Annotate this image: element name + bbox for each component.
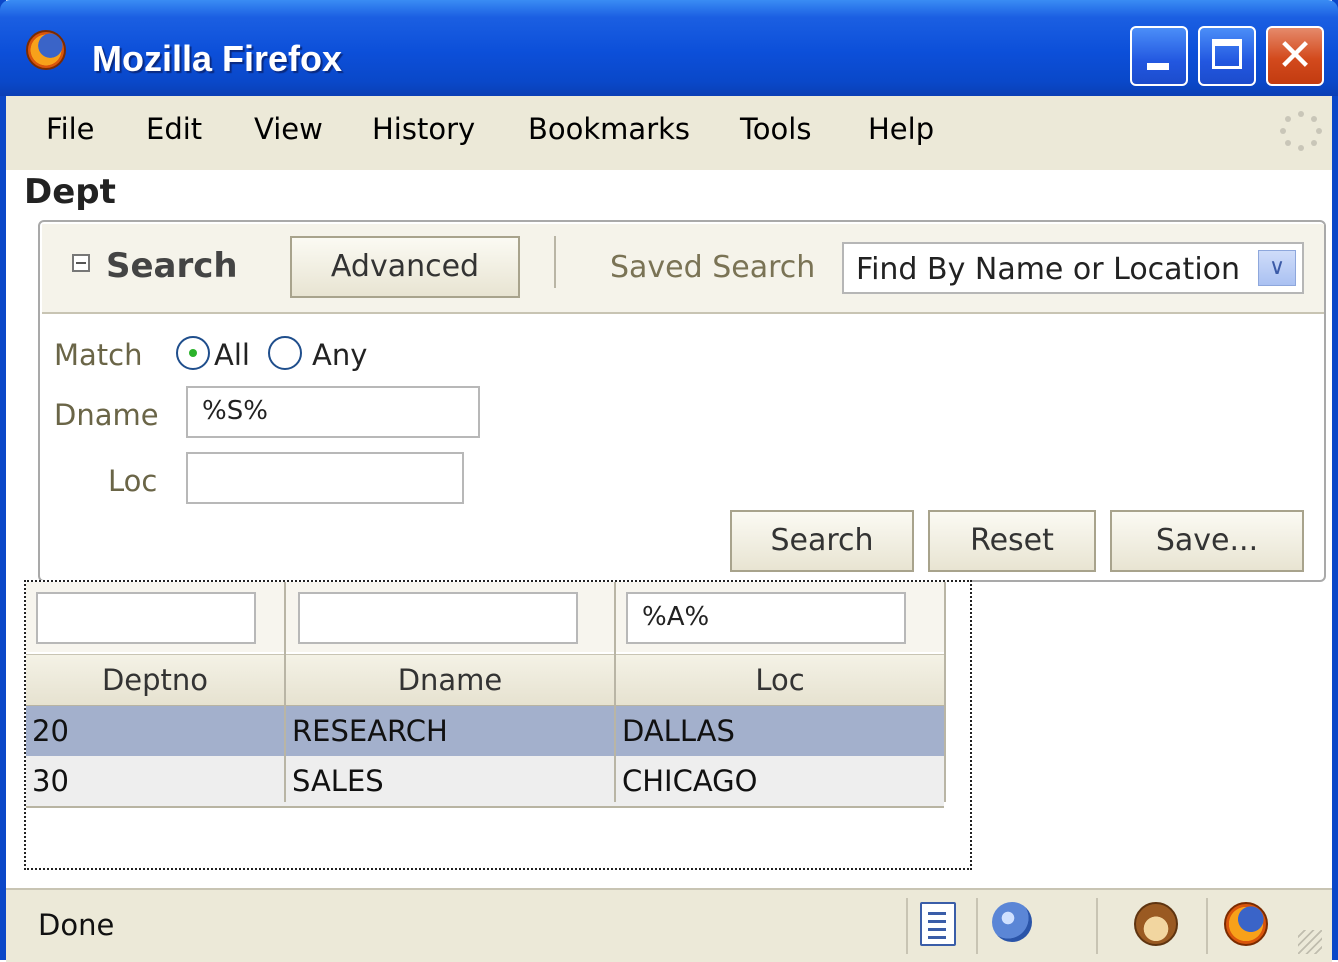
column-header-deptno[interactable]: Deptno xyxy=(26,663,284,697)
cell-dname: SALES xyxy=(292,764,384,798)
throbber-icon xyxy=(1280,111,1322,151)
filter-row: %A% xyxy=(26,582,944,652)
monkey-icon[interactable] xyxy=(1134,902,1178,946)
cell-deptno: 30 xyxy=(32,764,69,798)
status-divider xyxy=(906,898,908,954)
menu-bookmarks[interactable]: Bookmarks xyxy=(528,112,690,146)
saved-search-label: Saved Search xyxy=(610,250,816,285)
match-all-radio[interactable] xyxy=(176,336,210,370)
saved-search-select[interactable]: Find By Name or Location ∨ xyxy=(842,242,1304,294)
status-bar: Done xyxy=(6,888,1332,962)
column-divider xyxy=(614,582,616,802)
match-all-label[interactable]: All xyxy=(214,338,250,372)
saved-search-value: Find By Name or Location xyxy=(856,252,1241,287)
menu-history[interactable]: History xyxy=(372,112,475,146)
menu-file[interactable]: File xyxy=(46,112,95,146)
title-bar[interactable]: Mozilla Firefox ✕ xyxy=(0,0,1338,96)
menu-view[interactable]: View xyxy=(254,112,323,146)
reset-button[interactable]: Reset xyxy=(928,510,1096,572)
deptno-filter-input[interactable] xyxy=(36,592,256,644)
network-icon[interactable] xyxy=(992,902,1032,942)
close-icon: ✕ xyxy=(1276,30,1314,81)
loc-filter-input[interactable]: %A% xyxy=(626,592,906,644)
menu-edit[interactable]: Edit xyxy=(146,112,202,146)
status-divider xyxy=(1096,898,1098,954)
chevron-down-icon[interactable]: ∨ xyxy=(1258,250,1296,286)
page-icon[interactable] xyxy=(920,902,956,946)
loc-field[interactable] xyxy=(186,452,464,504)
firefox-icon xyxy=(26,30,66,70)
search-button[interactable]: Search xyxy=(730,510,914,572)
table-row[interactable]: 20 RESEARCH DALLAS xyxy=(26,706,944,756)
table-header: Deptno Dname Loc xyxy=(26,654,944,707)
match-any-radio[interactable] xyxy=(268,336,302,370)
page-title: Dept xyxy=(24,172,116,212)
dname-filter-input[interactable] xyxy=(298,592,578,644)
match-label: Match xyxy=(54,338,143,372)
maximize-icon xyxy=(1212,39,1242,69)
minimize-button[interactable] xyxy=(1130,26,1188,86)
dname-field[interactable]: %S% xyxy=(186,386,480,438)
save-button[interactable]: Save... xyxy=(1110,510,1304,572)
close-button[interactable]: ✕ xyxy=(1266,26,1324,86)
cell-deptno: 20 xyxy=(32,714,69,748)
cell-loc: DALLAS xyxy=(622,714,735,748)
status-divider xyxy=(976,898,978,954)
loc-label: Loc xyxy=(108,464,158,498)
search-panel-title[interactable]: Search xyxy=(106,246,238,286)
firefox-icon[interactable] xyxy=(1224,902,1268,946)
menu-help[interactable]: Help xyxy=(868,112,934,146)
collapse-icon[interactable] xyxy=(72,254,90,272)
resize-grip-icon[interactable] xyxy=(1298,930,1322,954)
column-header-dname[interactable]: Dname xyxy=(286,663,614,697)
window-frame-right xyxy=(1332,0,1338,960)
header-divider xyxy=(554,236,556,288)
dname-label: Dname xyxy=(54,398,159,432)
match-any-label[interactable]: Any xyxy=(312,338,367,372)
status-text: Done xyxy=(38,908,115,942)
window-title: Mozilla Firefox xyxy=(92,38,343,79)
menu-bar: File Edit View History Bookmarks Tools H… xyxy=(6,96,1332,171)
menu-tools[interactable]: Tools xyxy=(740,112,811,146)
maximize-button[interactable] xyxy=(1198,26,1256,86)
column-divider xyxy=(284,582,286,802)
cell-dname: RESEARCH xyxy=(292,714,448,748)
column-divider xyxy=(944,582,946,802)
results-table: %A% Deptno Dname Loc 20 RESEARCH DALLAS … xyxy=(24,580,972,870)
advanced-button[interactable]: Advanced xyxy=(290,236,520,298)
search-panel-header: Search Advanced Saved Search Find By Nam… xyxy=(42,224,1324,314)
minimize-icon xyxy=(1147,63,1169,70)
cell-loc: CHICAGO xyxy=(622,764,758,798)
table-row[interactable]: 30 SALES CHICAGO xyxy=(26,756,944,808)
search-panel: Search Advanced Saved Search Find By Nam… xyxy=(38,220,1326,582)
column-header-loc[interactable]: Loc xyxy=(616,663,944,697)
status-divider xyxy=(1206,898,1208,954)
